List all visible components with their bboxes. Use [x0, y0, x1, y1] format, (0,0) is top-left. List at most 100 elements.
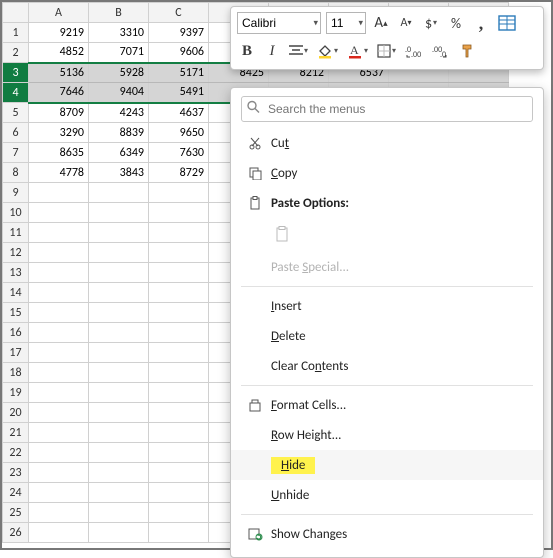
row-header[interactable]: 24 — [3, 483, 29, 503]
row-header-7[interactable]: 7 — [3, 143, 29, 163]
row-header[interactable]: 26 — [3, 523, 29, 543]
row-header[interactable]: 16 — [3, 323, 29, 343]
menu-label: Clear Contents — [267, 359, 529, 374]
conditional-format-button[interactable] — [496, 12, 518, 34]
row-header-4[interactable]: 4 — [3, 83, 29, 103]
cell[interactable]: 7071 — [89, 43, 149, 63]
menu-copy[interactable]: Copy — [231, 158, 543, 188]
col-header-A[interactable]: A — [29, 3, 89, 23]
cell[interactable]: 5171 — [149, 63, 209, 83]
menu-cut[interactable]: Cut — [231, 128, 543, 158]
col-header-B[interactable]: B — [89, 3, 149, 23]
font-size-combo[interactable]: ▾ — [326, 12, 366, 34]
cell[interactable]: 8729 — [149, 163, 209, 183]
menu-label: Insert — [267, 299, 529, 314]
cell[interactable]: 9397 — [149, 23, 209, 43]
cell[interactable]: 4778 — [29, 163, 89, 183]
menu-label: Paste Options: — [267, 196, 529, 211]
cell[interactable]: 4243 — [89, 103, 149, 123]
font-name-input[interactable] — [237, 12, 321, 34]
row-header-1[interactable]: 1 — [3, 23, 29, 43]
comma-format-button[interactable]: , — [471, 12, 491, 34]
select-all-corner[interactable] — [3, 3, 29, 23]
row-header[interactable]: 25 — [3, 503, 29, 523]
cell[interactable]: 4852 — [29, 43, 89, 63]
accounting-format-button[interactable]: $▾ — [421, 12, 441, 34]
increase-font-button[interactable]: A▴ — [371, 12, 391, 34]
search-icon — [247, 101, 260, 118]
cell[interactable]: 9404 — [89, 83, 149, 103]
menu-row-height[interactable]: Row Height... — [231, 420, 543, 450]
menu-hide[interactable]: Hide — [231, 450, 543, 480]
row-header[interactable]: 23 — [3, 463, 29, 483]
menu-insert[interactable]: Insert — [231, 291, 543, 321]
cell[interactable]: 8839 — [89, 123, 149, 143]
borders-button[interactable]: ▾ — [375, 40, 398, 62]
cell[interactable]: 5928 — [89, 63, 149, 83]
cell[interactable]: 4637 — [149, 103, 209, 123]
row-header[interactable]: 17 — [3, 343, 29, 363]
row-header[interactable]: 22 — [3, 443, 29, 463]
cell[interactable]: 8635 — [29, 143, 89, 163]
row-header[interactable]: 19 — [3, 383, 29, 403]
decrease-font-button[interactable]: A▾ — [396, 12, 416, 34]
row-header-5[interactable]: 5 — [3, 103, 29, 123]
decrease-decimal-button[interactable]: .00.0 — [430, 40, 452, 62]
format-painter-button[interactable] — [457, 40, 477, 62]
mini-toolbar: ▾ ▾ A▴ A▾ $▾ % , B I ▾ ▾ A▾ ▾ .0.00 — [230, 6, 544, 70]
menu-search-input[interactable] — [241, 96, 533, 122]
table-icon — [498, 15, 516, 31]
cell[interactable]: 5491 — [149, 83, 209, 103]
menu-label: Show Changes — [267, 527, 529, 542]
menu-label: Row Height... — [267, 428, 529, 443]
cell[interactable]: 9650 — [149, 123, 209, 143]
row-header[interactable]: 20 — [3, 403, 29, 423]
fill-color-button[interactable]: ▾ — [315, 40, 340, 62]
row-header-8[interactable]: 8 — [3, 163, 29, 183]
font-name-combo[interactable]: ▾ — [237, 12, 321, 34]
row-header-6[interactable]: 6 — [3, 123, 29, 143]
row-header[interactable]: 11 — [3, 223, 29, 243]
menu-show-changes[interactable]: Show Changes — [231, 519, 543, 549]
font-size-input[interactable] — [326, 12, 366, 34]
italic-button[interactable]: I — [262, 40, 282, 62]
cell[interactable]: 9219 — [29, 23, 89, 43]
format-cells-icon — [243, 398, 267, 412]
row-header[interactable]: 13 — [3, 263, 29, 283]
menu-paste-default — [231, 218, 543, 252]
increase-decimal-button[interactable]: .0.00 — [403, 40, 425, 62]
row-header[interactable]: 9 — [3, 183, 29, 203]
row-header[interactable]: 12 — [3, 243, 29, 263]
cell[interactable]: 5136 — [29, 63, 89, 83]
menu-format-cells[interactable]: Format Cells... — [231, 390, 543, 420]
row-header[interactable]: 18 — [3, 363, 29, 383]
cell[interactable]: 3290 — [29, 123, 89, 143]
menu-clear-contents[interactable]: Clear Contents — [231, 351, 543, 381]
menu-separator — [241, 286, 533, 287]
menu-separator — [241, 514, 533, 515]
font-color-button[interactable]: A▾ — [345, 40, 370, 62]
cell[interactable]: 7646 — [29, 83, 89, 103]
align-button[interactable]: ▾ — [287, 40, 310, 62]
row-header[interactable]: 21 — [3, 423, 29, 443]
cell[interactable]: 6349 — [89, 143, 149, 163]
bold-button[interactable]: B — [237, 40, 257, 62]
row-header[interactable]: 10 — [3, 203, 29, 223]
percent-format-button[interactable]: % — [446, 12, 466, 34]
cell[interactable]: 8709 — [29, 103, 89, 123]
menu-delete[interactable]: Delete — [231, 321, 543, 351]
row-header[interactable]: 14 — [3, 283, 29, 303]
menu-paste-special: Paste Special... — [231, 252, 543, 282]
cell[interactable]: 9606 — [149, 43, 209, 63]
row-header-2[interactable]: 2 — [3, 43, 29, 63]
row-header[interactable]: 15 — [3, 303, 29, 323]
show-changes-icon — [243, 527, 267, 541]
menu-label: Delete — [267, 329, 529, 344]
cell[interactable]: 3310 — [89, 23, 149, 43]
cell[interactable]: 3843 — [89, 163, 149, 183]
cell[interactable]: 7630 — [149, 143, 209, 163]
menu-search — [241, 96, 533, 122]
row-header-3[interactable]: 3 — [3, 63, 29, 83]
col-header-C[interactable]: C — [149, 3, 209, 23]
menu-unhide[interactable]: Unhide — [231, 480, 543, 510]
